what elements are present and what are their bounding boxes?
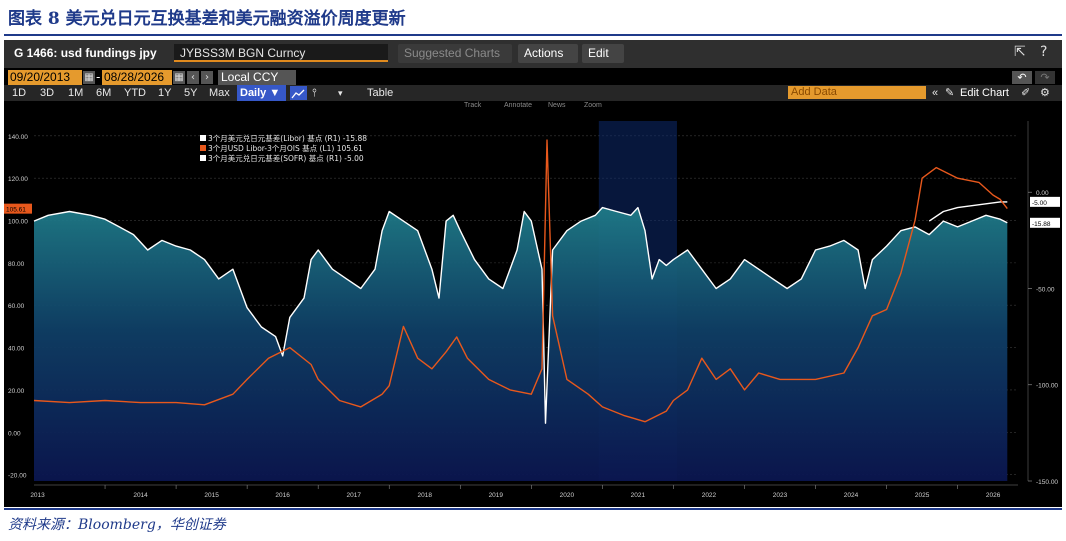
left-tick-label: 80.00 — [8, 261, 25, 268]
legend: 3个月美元兑日元基差(Libor) 基点 (R1) -15.883个月USD L… — [200, 133, 367, 163]
pencil-icon: ✎ — [945, 87, 955, 99]
calendar-icon[interactable]: ▦ — [173, 71, 185, 84]
ticker-input[interactable]: JYBSS3M BGN Curncy — [174, 44, 388, 62]
range-max[interactable]: Max — [209, 86, 230, 100]
end-date-field[interactable]: 08/28/2026 — [102, 70, 172, 85]
prev-arrow-icon[interactable]: ‹ — [187, 71, 199, 84]
x-tick-label: 2016 — [275, 492, 290, 499]
right-tick-label: -50.00 — [1036, 286, 1055, 293]
subtool-track: Track — [464, 102, 482, 109]
source-divider — [4, 508, 1062, 510]
x-tick-label: 2024 — [844, 492, 859, 499]
legend-label: 3个月USD Libor-3个月OIS 基点 (L1) 105.61 — [208, 143, 363, 153]
suggested-charts-button[interactable]: Suggested Charts ⌄ — [398, 44, 512, 79]
frequency-select[interactable]: Daily ▼ — [237, 85, 286, 101]
x-tick-label: 2021 — [631, 492, 646, 499]
x-tick-label: 2019 — [489, 492, 504, 499]
left-tick-label: 120.00 — [8, 176, 28, 183]
left-tick-label: 60.00 — [8, 303, 25, 310]
left-tick-label: 140.00 — [8, 134, 28, 141]
x-tick-label: 2014 — [133, 492, 148, 499]
report-title: 图表 8 美元兑日元互换基差和美元融资溢价周度更新 — [8, 9, 406, 29]
range-1m[interactable]: 1M — [68, 86, 83, 100]
right-tick-label: -150.00 — [1036, 479, 1058, 486]
range-6m[interactable]: 6M — [96, 86, 111, 100]
x-tick-label: 2018 — [418, 492, 433, 499]
edit-menu[interactable]: Edit ⌄ — [582, 44, 624, 79]
range-toolbar: 1D 3D 1M 6M YTD 1Y 5Y Max Daily ▼ ⫯ ▾ Ta… — [4, 85, 1062, 101]
legend-label: 3个月美元兑日元基差(Libor) 基点 (R1) -15.88 — [208, 133, 367, 143]
date-toolbar: 09/20/2013 ▦ - 08/28/2026 ▦ ‹ › Local CC… — [4, 70, 1062, 85]
undo-icon[interactable]: ↶ — [1012, 71, 1032, 84]
subtool-annotate: Annotate — [504, 102, 532, 109]
x-tick-label: 2026 — [986, 492, 1001, 499]
edit-chart-button[interactable]: Edit Chart — [960, 86, 1009, 100]
left-tick-label: 100.00 — [8, 219, 28, 226]
collapse-icon[interactable]: « — [932, 86, 938, 100]
right-current-label: -15.88 — [1032, 221, 1051, 228]
x-tick-label: 2025 — [915, 492, 930, 499]
chart-area[interactable]: Track Annotate News Zoom 140.00 120.00 100.00… — [4, 101, 1062, 507]
right-current-label: -5.00 — [1032, 200, 1047, 207]
x-tick-label: 2013 — [30, 492, 45, 499]
left-tick-label: -20.00 — [8, 473, 27, 480]
candle-chart-icon[interactable]: ⫯ — [312, 86, 317, 100]
legend-swatch — [200, 135, 206, 141]
legend-swatch — [200, 155, 206, 161]
range-1y[interactable]: 1Y — [158, 86, 171, 100]
source-note: 资料来源：Bloomberg，华创证券 — [8, 517, 226, 533]
range-1d[interactable]: 1D — [12, 86, 26, 100]
line-chart-icon[interactable] — [290, 86, 307, 100]
left-tick-label: 20.00 — [8, 388, 25, 395]
actions-menu[interactable]: Actions ⌄ — [518, 44, 578, 79]
subtool-zoom: Zoom — [584, 102, 602, 109]
subtool-news: News — [548, 102, 566, 109]
next-arrow-icon[interactable]: › — [201, 71, 213, 84]
settings-gear-icon[interactable]: ⚙ — [1040, 86, 1050, 100]
left-tick-label: 0.00 — [8, 430, 21, 437]
title-divider — [4, 34, 1062, 36]
export-icon[interactable]: ⇱ — [1014, 44, 1026, 60]
range-ytd[interactable]: YTD — [124, 86, 146, 100]
add-data-input[interactable]: Add Data — [788, 86, 926, 99]
calendar-icon[interactable]: ▦ — [83, 71, 95, 84]
x-tick-label: 2022 — [702, 492, 717, 499]
start-date-field[interactable]: 09/20/2013 — [8, 70, 82, 85]
range-5y[interactable]: 5Y — [184, 86, 197, 100]
security-toolbar: G 1466: usd fundings jpy JYBSS3M BGN Cur… — [4, 40, 1062, 79]
currency-select[interactable]: Local CCY — [218, 70, 296, 85]
redo-icon[interactable]: ↷ — [1035, 71, 1055, 84]
x-tick-label: 2017 — [346, 492, 361, 499]
legend-swatch — [200, 145, 206, 151]
x-tick-label: 2020 — [560, 492, 575, 499]
x-tick-label: 2015 — [204, 492, 219, 499]
draw-icon[interactable]: ✐ — [1021, 86, 1030, 100]
range-3d[interactable]: 3D — [40, 86, 54, 100]
security-label: G 1466: usd fundings jpy — [14, 46, 157, 60]
bloomberg-terminal: G 1466: usd fundings jpy JYBSS3M BGN Cur… — [4, 40, 1062, 507]
chart-type-dropdown-icon[interactable]: ▾ — [338, 86, 343, 100]
right-tick-label: -100.00 — [1036, 383, 1058, 390]
help-icon[interactable]: ? — [1040, 44, 1047, 60]
x-tick-label: 2023 — [773, 492, 788, 499]
left-tick-label: 40.00 — [8, 346, 25, 353]
right-tick-label: 0.00 — [1036, 190, 1049, 197]
table-button[interactable]: Table — [367, 86, 393, 100]
left-current-label: 105.61 — [6, 207, 26, 214]
legend-label: 3个月美元兑日元基差(SOFR) 基点 (R1) -5.00 — [208, 153, 364, 163]
